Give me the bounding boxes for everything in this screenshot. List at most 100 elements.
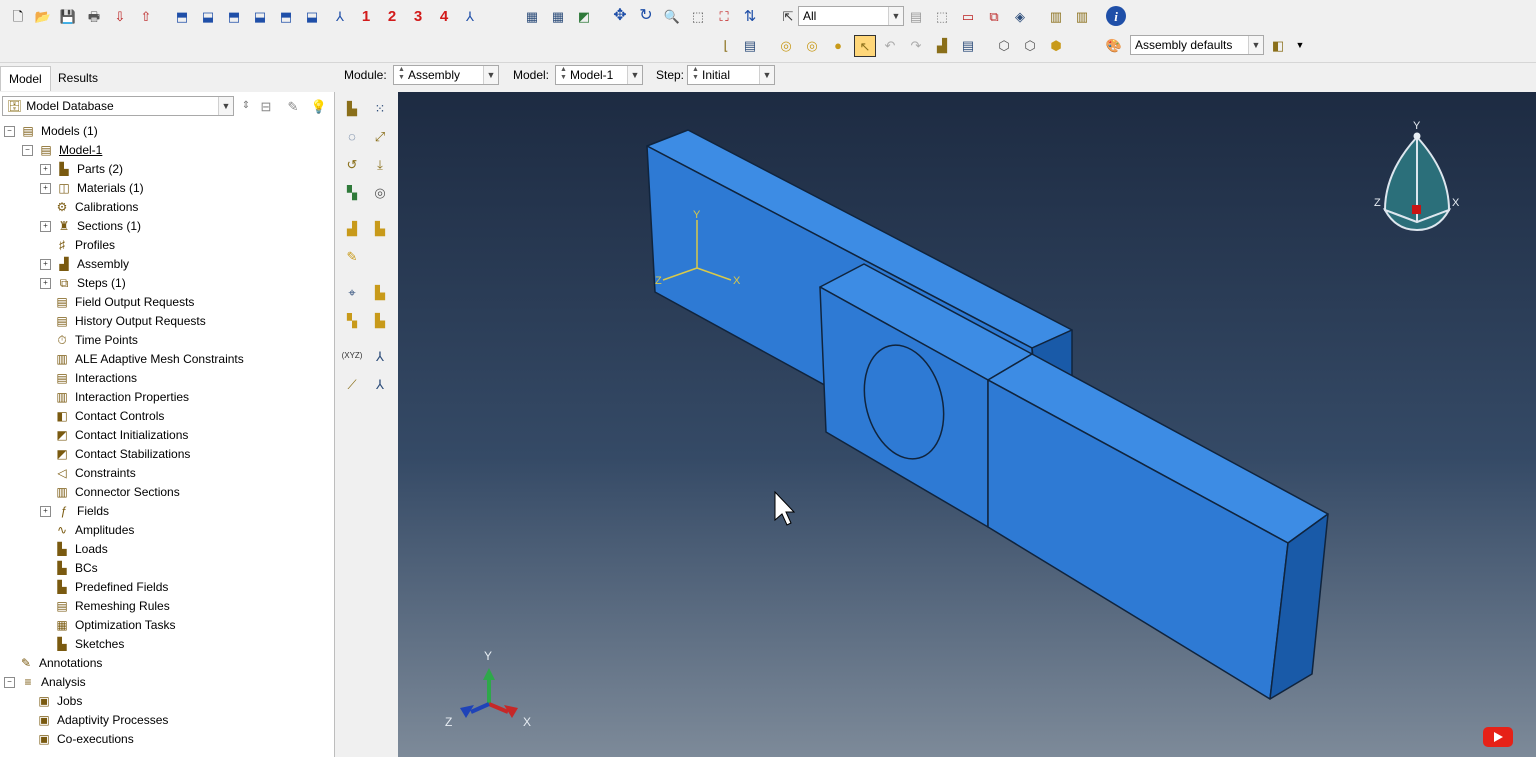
view-cube[interactable] [1382, 132, 1452, 232]
tree-item[interactable]: ⏱ Time Points [40, 331, 138, 350]
tree-item[interactable]: − ≡ Analysis [4, 673, 86, 692]
view-right-icon[interactable]: ⬓ [250, 6, 270, 26]
collapse-all-icon[interactable]: ⊟ [256, 96, 276, 116]
datum-plane-icon[interactable]: ▙ [370, 282, 390, 302]
tree-item[interactable]: ▤ Field Output Requests [40, 293, 194, 312]
query-point-icon[interactable]: ⌖ [342, 282, 362, 302]
tree-item[interactable]: + ◫ Materials (1) [40, 179, 144, 198]
tree-item[interactable]: ∿ Amplitudes [40, 521, 134, 540]
datum-axes-icon[interactable]: ⅄ [370, 374, 390, 394]
tree-item[interactable]: ✎ Annotations [4, 654, 102, 673]
position-icon[interactable]: ▟ [932, 35, 952, 55]
wire-cube-icon[interactable]: ⬡ [994, 35, 1014, 55]
tree-item[interactable]: ◩ Contact Initializations [40, 426, 188, 445]
tree-item[interactable]: ▥ Interaction Properties [40, 388, 189, 407]
boolean-icon[interactable]: ◎ [776, 35, 796, 55]
tree-item[interactable]: ◩ Contact Stabilizations [40, 445, 190, 464]
tree-item[interactable]: ▙ BCs [40, 559, 97, 578]
rotate-icon[interactable]: ↻ [636, 6, 656, 26]
view-button-3[interactable]: 3 [408, 6, 428, 26]
tree-item[interactable]: ▙ Loads [40, 540, 107, 559]
hidden-lines-icon[interactable]: ▦ [548, 6, 568, 26]
merge-cut-icon[interactable]: ▚ [342, 182, 362, 202]
info-icon[interactable]: i [1106, 6, 1126, 26]
rotate-instance-icon[interactable]: ↺ [342, 154, 362, 174]
view-iso-icon[interactable]: ⅄ [330, 6, 350, 26]
tree-item[interactable]: ▦ Optimization Tasks [40, 616, 175, 635]
filter-icon[interactable]: ✎ [283, 96, 303, 116]
pan-icon[interactable]: ✥ [610, 6, 630, 26]
tree-item[interactable]: ◧ Contact Controls [40, 407, 164, 426]
constraint-parallel-icon[interactable]: ▟ [342, 218, 362, 238]
tree-item[interactable]: ▤ History Output Requests [40, 312, 205, 331]
tree-item[interactable]: + ⧉ Steps (1) [40, 274, 126, 293]
open-folder-icon[interactable]: 📂 [33, 6, 53, 26]
hidden-cube-icon[interactable]: ⬡ [1020, 35, 1040, 55]
list-icon[interactable]: ▤ [958, 35, 978, 55]
tree-item[interactable]: + ▙ Parts (2) [40, 160, 123, 179]
step-dropdown[interactable]: ▲ ▼ Initial ▼ [687, 65, 775, 85]
tree-item[interactable]: ▤ Interactions [40, 369, 137, 388]
undo-icon[interactable]: ↶ [880, 35, 900, 55]
tree-item[interactable]: − ▤ Models (1) [4, 122, 98, 141]
viewport[interactable]: Y X Z Y X Z Y X Z [398, 92, 1536, 757]
cycle-views-icon[interactable]: ⇅ [740, 6, 760, 26]
redo-icon[interactable]: ↷ [906, 35, 926, 55]
print-icon[interactable]: 🖶 [84, 6, 104, 26]
tree-item[interactable]: ▣ Co-executions [22, 730, 133, 749]
expand-icon[interactable]: + [40, 183, 51, 194]
color-palette-icon[interactable]: 🎨 [1104, 35, 1124, 55]
zoom-icon[interactable]: 🔍 [662, 6, 682, 26]
view-button-4[interactable]: 4 [434, 6, 454, 26]
export-icon[interactable]: ⇧ [136, 6, 156, 26]
expand-icon[interactable]: + [40, 164, 51, 175]
tree-item[interactable]: + ♜ Sections (1) [40, 217, 141, 236]
new-file-icon[interactable]: 🗋 [8, 6, 28, 26]
tree-item[interactable]: ▤ Remeshing Rules [40, 597, 169, 616]
translate-to-icon[interactable]: ⤓ [370, 154, 390, 174]
collapse-icon[interactable]: − [4, 677, 15, 688]
chevron-down-icon[interactable]: ▼ [1290, 35, 1310, 55]
auto-fit-icon[interactable]: ⛶ [714, 6, 734, 26]
select-entity-icon[interactable]: ⧉ [984, 6, 1004, 26]
tree-item[interactable]: ▙ Sketches [40, 635, 124, 654]
radial-pattern-icon[interactable]: ◌ [342, 126, 362, 146]
user-view-icon[interactable]: ⅄ [460, 6, 480, 26]
tree-item[interactable]: ▙ Predefined Fields [40, 578, 168, 597]
tree-item[interactable]: ▥ ALE Adaptive Mesh Constraints [40, 350, 243, 369]
linear-pattern-icon[interactable]: ⁙ [370, 98, 390, 118]
assembly-part[interactable] [646, 129, 1329, 700]
sort-icon[interactable]: ⇕ [236, 96, 256, 116]
module-dropdown[interactable]: ▲ ▼ Assembly ▼ [393, 65, 499, 85]
render-style-dropdown[interactable]: Assembly defaults ▼ [1130, 35, 1264, 55]
tree-item[interactable]: ⚙ Calibrations [40, 198, 139, 217]
query-icon[interactable]: ▥ [1072, 6, 1092, 26]
tab-model[interactable]: Model [0, 66, 51, 91]
save-icon[interactable]: 💾 [58, 6, 78, 26]
selection-options-icon[interactable]: ▤ [906, 6, 926, 26]
shaded-icon[interactable]: ◩ [574, 6, 594, 26]
view-front-icon[interactable]: ⬒ [172, 6, 192, 26]
instance-icon[interactable]: ⌊ [716, 35, 736, 55]
partition-face-icon[interactable]: ▙ [370, 310, 390, 330]
collapse-icon[interactable]: − [22, 145, 33, 156]
datum-axis-icon[interactable]: ⟋ [342, 374, 362, 394]
selection-filter-dropdown[interactable]: All ▼ [798, 6, 904, 26]
tree-item[interactable]: ▥ Connector Sections [40, 483, 179, 502]
tree-item[interactable]: + ƒ Fields [40, 502, 109, 521]
sphere-icon[interactable]: ● [828, 35, 848, 55]
tree-item[interactable]: − ▤ Model-1 [22, 141, 102, 160]
select-arrow-icon[interactable]: ⇱ [778, 6, 798, 26]
pick-icon[interactable]: ↖ [854, 35, 876, 57]
tab-results[interactable]: Results [50, 66, 106, 90]
tree-item[interactable]: + ▟ Assembly [40, 255, 129, 274]
expand-icon[interactable]: + [40, 259, 51, 270]
expand-icon[interactable]: + [40, 278, 51, 289]
datum-point-icon[interactable]: (XYZ) [342, 346, 363, 366]
partition-icon[interactable]: ▚ [342, 310, 362, 330]
rectangle-select-icon[interactable]: ▭ [958, 6, 978, 26]
model-dropdown[interactable]: ▲ ▼ Model-1 ▼ [555, 65, 643, 85]
display-group-icon[interactable]: ◈ [1010, 6, 1030, 26]
wireframe-icon[interactable]: ▦ [522, 6, 542, 26]
select-region-icon[interactable]: ⬚ [932, 6, 952, 26]
